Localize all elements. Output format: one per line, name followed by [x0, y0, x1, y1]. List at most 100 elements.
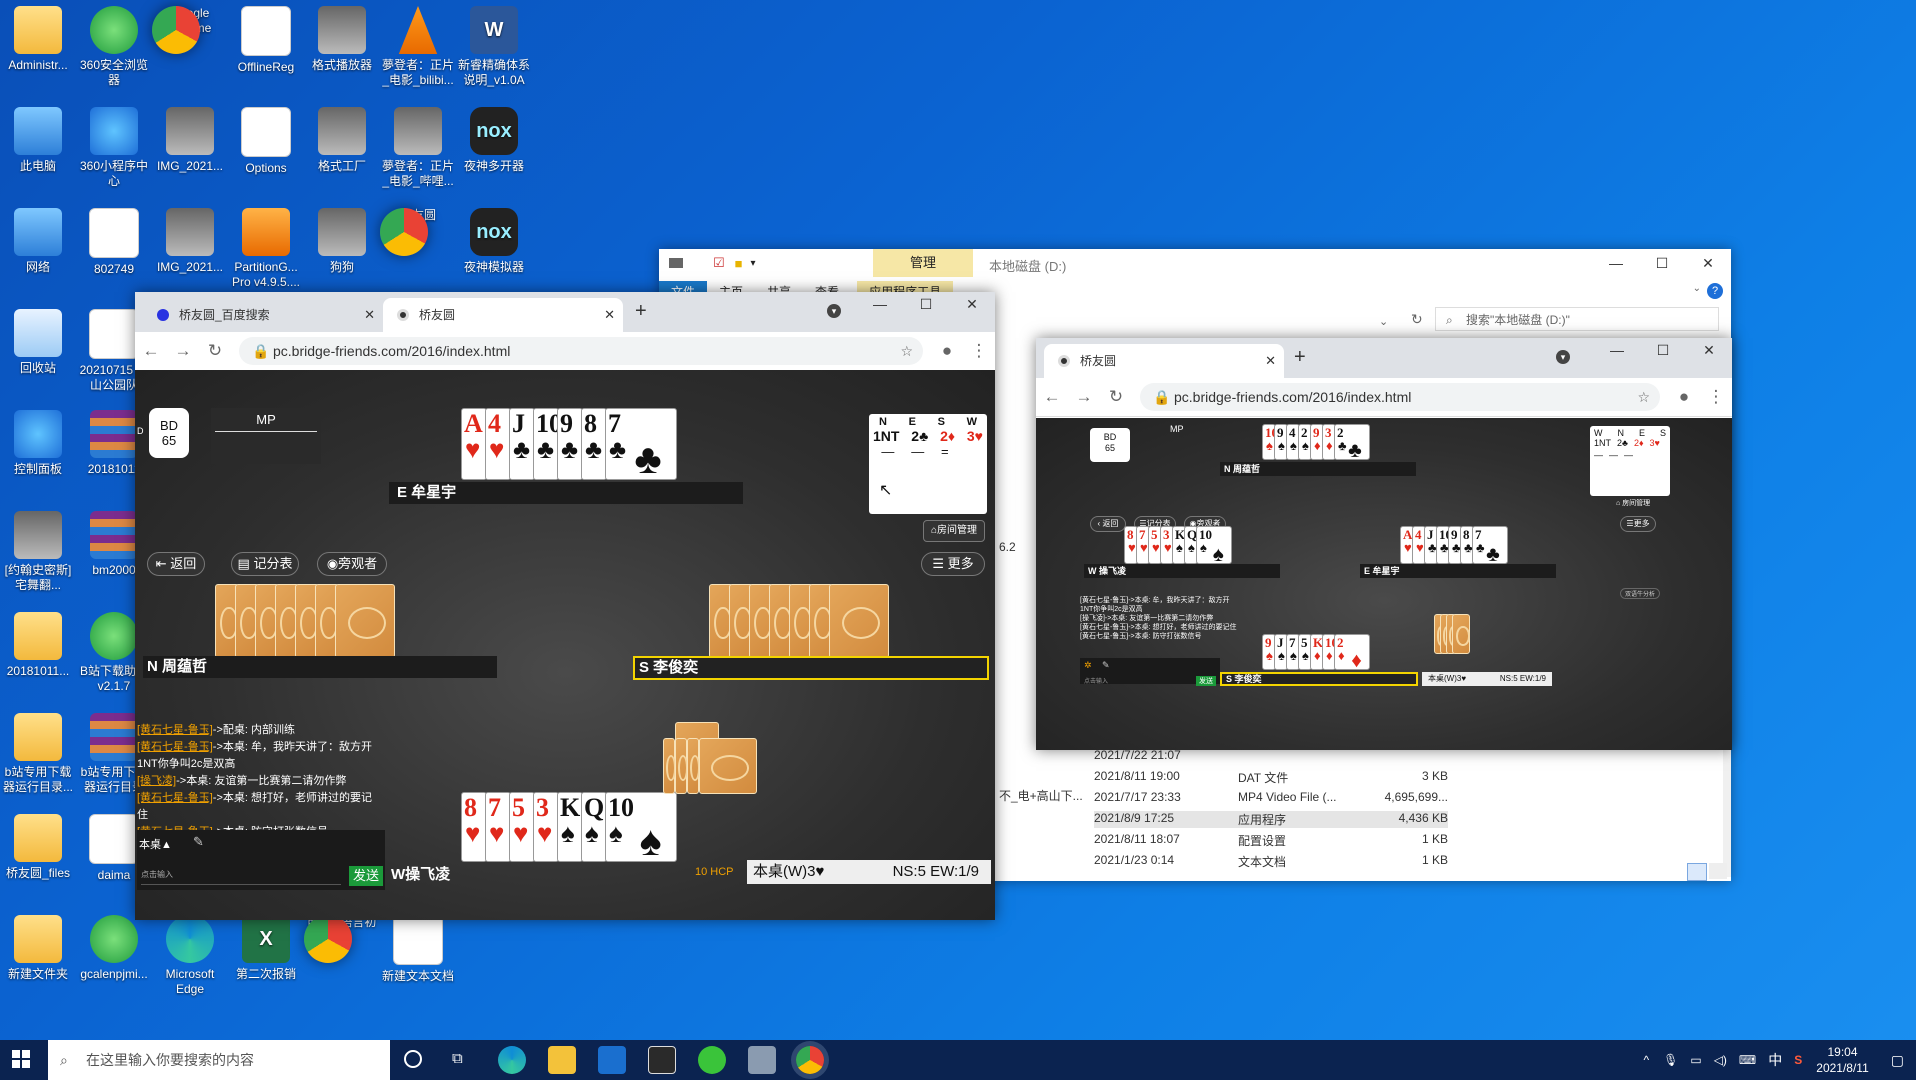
playing-card[interactable]: 10 ♠ ♠ — [1196, 526, 1232, 566]
new-tab-icon[interactable]: + — [635, 300, 647, 323]
maximize-icon[interactable]: ☐ — [1639, 249, 1685, 277]
desktop-icon[interactable]: 此电脑 — [0, 107, 76, 174]
back-button[interactable]: ‹ 返回 — [1090, 516, 1126, 532]
desktop-icon[interactable]: 夢登者：正片_电影_bilibi... — [380, 6, 456, 88]
scoresheet-button[interactable]: ▤ 记分表 — [231, 552, 299, 576]
playing-card[interactable]: J ♣ — [509, 408, 535, 480]
more-button[interactable]: ☰更多 — [1620, 516, 1656, 532]
chat-input[interactable]: 点击输入 — [141, 866, 341, 885]
large-icons-view-icon[interactable] — [1709, 863, 1727, 879]
desktop-icon[interactable]: 网络 — [0, 208, 76, 275]
chat-scope-dropdown[interactable]: 本桌▲ — [139, 836, 172, 852]
edit-icon[interactable]: ✎ — [1102, 660, 1110, 671]
room-manage-button[interactable]: ⌂房间管理 — [923, 520, 985, 542]
desktop-icon[interactable]: 新建文本文档 — [380, 915, 456, 984]
network-icon[interactable]: ▭ — [1690, 1053, 1701, 1067]
menu-kebab-icon[interactable]: ⋮ — [963, 341, 995, 361]
playing-card[interactable]: 7 ♣ ♣ — [605, 408, 677, 482]
tab-baidu-search[interactable]: 桥友圆_百度搜索 ✕ — [143, 298, 383, 332]
playing-card[interactable]: Q ♠ — [581, 792, 607, 862]
chrome-window-main[interactable]: 桥友圆_百度搜索 ✕ 桥友圆 ✕ + ▾ — ☐ ✕ ← → ↻ 🔒 pc.br… — [135, 292, 995, 920]
store-taskbar-icon[interactable] — [598, 1046, 626, 1074]
refresh-icon[interactable]: ↻ — [1411, 311, 1423, 328]
playing-card[interactable]: 7 ♣ ♣ — [1472, 526, 1508, 566]
tab-search-icon[interactable]: ▾ — [1556, 350, 1570, 364]
minimize-icon[interactable]: — — [1593, 249, 1639, 277]
taskbar-search[interactable]: ⌕ 在这里输入你要搜索的内容 — [48, 1040, 390, 1080]
file-row[interactable]: 2021/8/11 19:00 DAT 文件 3 KB — [1094, 769, 1448, 786]
tab-bridge-friends[interactable]: 桥友圆 ✕ — [383, 298, 623, 332]
send-button[interactable]: 发送 — [349, 866, 383, 886]
bookmark-star-icon[interactable]: ☆ — [1637, 383, 1650, 411]
file-row[interactable]: 2021/8/11 18:07 配置设置 1 KB — [1094, 832, 1448, 849]
edge-taskbar-icon[interactable] — [498, 1046, 526, 1074]
desktop-icon[interactable]: 控制面板 — [0, 410, 76, 477]
quick-access-dropdown-icon[interactable]: ▾ — [751, 258, 756, 269]
file-explorer-taskbar-icon[interactable] — [548, 1046, 576, 1074]
start-windows-icon[interactable] — [12, 1050, 30, 1068]
room-manage-button[interactable]: ⌂ 房间管理 — [1616, 498, 1650, 508]
spectators-button[interactable]: ◉旁观者 — [317, 552, 387, 576]
desktop-icon[interactable]: 360安全浏览器 — [76, 6, 152, 88]
desktop-icon[interactable]: Microsoft Edge — [152, 915, 228, 997]
forward-arrow-icon[interactable]: → — [1068, 387, 1100, 407]
desktop-icon[interactable]: X 第二次报销 — [228, 915, 304, 982]
ime-indicator[interactable]: 中 — [1768, 1050, 1782, 1070]
minimize-icon[interactable]: — — [1594, 338, 1640, 362]
settings-gear-icon[interactable]: ✲ — [1084, 660, 1092, 671]
url-bar[interactable]: 🔒 pc.bridge-friends.com/2016/index.html … — [1140, 383, 1660, 411]
desktop-icon[interactable]: 新建文件夹 — [0, 915, 76, 982]
url-bar[interactable]: 🔒 pc.bridge-friends.com/2016/index.html … — [239, 337, 923, 365]
playing-card[interactable]: K ♠ — [557, 792, 583, 862]
task-view-icon[interactable]: ⧉ — [452, 1050, 463, 1067]
playing-card[interactable]: 8 ♥ — [461, 792, 487, 862]
send-button[interactable]: 发送 — [1196, 676, 1216, 686]
chat-sender[interactable]: [黄石七星-鲁玉] — [137, 792, 213, 804]
format-factory-taskbar-icon[interactable] — [748, 1046, 776, 1074]
playing-card[interactable]: 10 ♣ — [533, 408, 562, 480]
volume-icon[interactable]: ◁) — [1714, 1053, 1727, 1067]
chat-sender[interactable]: [操飞凌] — [137, 775, 176, 787]
tray-expand-icon[interactable]: ^ — [1643, 1053, 1649, 1067]
desktop-icon[interactable]: 狗狗 — [304, 208, 380, 275]
desktop-icon[interactable]: 格式工厂 — [304, 107, 380, 174]
maximize-icon[interactable]: ☐ — [1640, 338, 1686, 362]
desktop-icon[interactable]: 桥友圆 — [380, 208, 456, 256]
profile-icon[interactable]: ● — [1668, 387, 1700, 407]
mail-taskbar-icon[interactable] — [648, 1046, 676, 1074]
file-row[interactable]: 2021/8/9 17:25 应用程序 4,436 KB — [1094, 811, 1448, 828]
tab-bridge-friends[interactable]: 桥友圆 ✕ — [1044, 344, 1284, 378]
bookmark-star-icon[interactable]: ☆ — [900, 337, 913, 365]
details-view-icon[interactable] — [1687, 863, 1707, 881]
file-row[interactable]: 2021/7/17 23:33 MP4 Video File (... 4,695,… — [1094, 790, 1448, 804]
desktop-icon[interactable]: W 新睿精确体系说明_v1.0A — [456, 6, 532, 88]
address-dropdown-icon[interactable]: ⌄ — [1379, 315, 1395, 328]
file-row[interactable]: 2021/7/22 21:07 — [1094, 748, 1448, 762]
playing-card[interactable]: 2 ♦ ♦ — [1334, 634, 1370, 672]
desktop-icon[interactable]: 夢登者：正片_电影_哔哩... — [380, 107, 456, 189]
profile-icon[interactable]: ● — [931, 341, 963, 361]
desktop-icon[interactable]: 20181011... — [0, 612, 76, 679]
playing-card[interactable]: A ♥ — [461, 408, 487, 480]
edit-icon[interactable]: ✎ — [193, 834, 204, 850]
back-arrow-icon[interactable]: ← — [1036, 387, 1068, 407]
desktop-icon[interactable]: 回收站 — [0, 309, 76, 376]
playing-card[interactable]: 8 ♣ — [581, 408, 607, 480]
reload-icon[interactable]: ↻ — [1100, 387, 1132, 407]
desktop-icon[interactable]: [约翰史密斯]宅舞翻... — [0, 511, 76, 593]
playing-card[interactable]: 3 ♥ — [533, 792, 559, 862]
close-icon[interactable]: ✕ — [1685, 249, 1731, 277]
minimize-icon[interactable]: — — [857, 292, 903, 316]
playing-card[interactable]: 5 ♥ — [509, 792, 535, 862]
sogou-ime-icon[interactable]: S — [1794, 1053, 1802, 1067]
desktop-icon[interactable]: Google Chrome — [152, 6, 228, 54]
desktop-icon[interactable]: IMG_2021... — [152, 208, 228, 275]
chat-sender[interactable]: [黄石七星-鲁玉] — [137, 741, 213, 753]
close-icon[interactable]: ✕ — [949, 292, 995, 316]
desktop-icon[interactable]: 格式播放器 — [304, 6, 380, 73]
chrome-window-secondary[interactable]: 桥友圆 ✕ + ▾ — ☐ ✕ ← → ↻ 🔒 pc.bridge-friend… — [1036, 338, 1732, 750]
ribbon-expand-icon[interactable]: ⌄ — [1693, 283, 1701, 294]
desktop-icon[interactable]: nox 夜神模拟器 — [456, 208, 532, 275]
ribbon-manage-tab[interactable]: 管理 — [873, 249, 973, 277]
analysis-button[interactable]: 双语牛分析 — [1620, 588, 1661, 599]
